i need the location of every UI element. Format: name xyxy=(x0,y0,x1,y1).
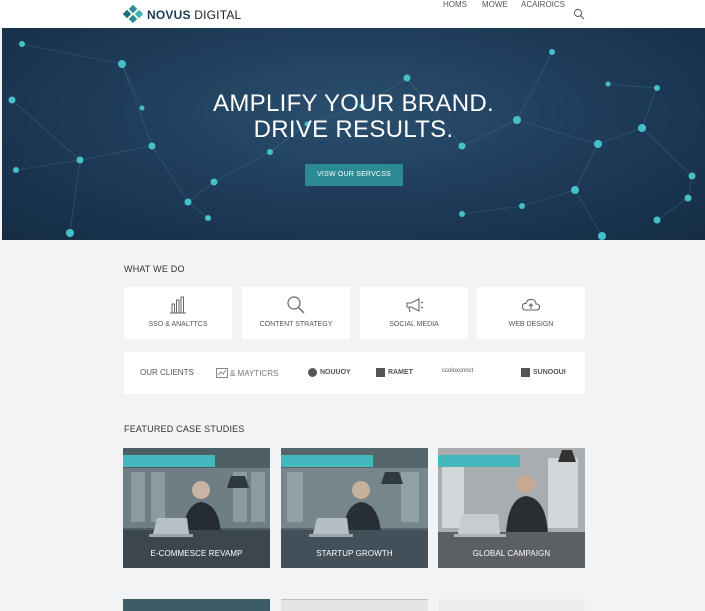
service-card-web[interactable]: WEB DESIGN xyxy=(477,287,585,339)
case-study-card-partial[interactable] xyxy=(281,599,428,611)
hero-title-line2: DRIVE RESULTS. xyxy=(253,116,454,143)
service-label: SSO & ANALTTCS xyxy=(148,321,208,328)
service-card-content[interactable]: CONTENT STRATEGY xyxy=(242,287,350,339)
case-study-title: STARTUP GROWTH xyxy=(316,549,393,558)
circle-logo-icon xyxy=(308,368,317,377)
case-study-title: GLOBAL CAMPAIGN xyxy=(472,549,551,558)
case-studies-heading: FEATURED CASE STUDIES xyxy=(124,424,245,434)
brand-name: NOVUS DIGITAL xyxy=(147,8,241,22)
client-logo-3[interactable]: RAMET xyxy=(376,368,413,377)
brand-logo[interactable]: NOVUS DIGITAL xyxy=(122,4,241,24)
clients-label: OUR CLIENTS xyxy=(140,368,194,377)
case-study-card-partial[interactable] xyxy=(123,599,270,611)
client-logo-4[interactable]: ccoloxcnnct xyxy=(442,368,473,374)
view-services-button[interactable]: VISW OUR SERVCSS xyxy=(305,164,403,186)
square-logo-icon xyxy=(521,368,530,377)
hero-banner: AMPLIFY YOUR BRAND. DRIVE RESULTS. VISW … xyxy=(2,28,705,240)
site-header: NOVUS DIGITAL HOMS MOWE ACAIROICS xyxy=(0,0,705,28)
brand-name-rest: DIGITAL xyxy=(190,7,242,22)
service-label: CONTENT STRATEGY xyxy=(259,321,333,328)
accent-stripe xyxy=(123,455,215,467)
client-name: RAMET xyxy=(388,369,413,376)
service-label: SOCIAL MEDIA xyxy=(389,321,439,328)
nav-link-move[interactable]: MOWE xyxy=(482,0,508,9)
client-name: NOUUOY xyxy=(320,369,351,376)
brand-name-bold: NOVUS xyxy=(147,7,191,22)
case-study-card[interactable]: GLOBAL CAMPAIGN xyxy=(438,448,585,568)
search-icon[interactable] xyxy=(573,8,585,20)
nav-link-academics[interactable]: ACAIROICS xyxy=(521,0,565,9)
client-logo-1[interactable]: & MAYTICRS xyxy=(216,368,278,378)
case-study-card-partial[interactable] xyxy=(438,599,585,611)
chart-logo-icon xyxy=(216,368,228,378)
client-name: SUNOOUI xyxy=(533,369,566,376)
case-study-card[interactable]: E-COMMESCE REVAMP xyxy=(123,448,270,568)
services-heading: WHAT WE DO xyxy=(124,264,185,274)
service-card-seo[interactable]: SSO & ANALTTCS xyxy=(124,287,232,339)
client-name: & MAYTICRS xyxy=(230,368,279,378)
service-label: WEB DESIGN xyxy=(508,321,554,328)
cloud-icon xyxy=(521,298,541,311)
client-logo-5[interactable]: SUNOOUI xyxy=(521,368,566,377)
client-name: ccoloxcnnct xyxy=(442,368,474,374)
hero-title-line1: AMPLIFY YOUR BRAND. xyxy=(213,90,494,117)
case-study-card[interactable]: STARTUP GROWTH xyxy=(281,448,428,568)
bar-chart-icon xyxy=(170,296,186,314)
square-logo-icon xyxy=(376,368,385,377)
diamond-logo-icon xyxy=(122,4,144,24)
client-logo-2[interactable]: NOUUOY xyxy=(308,368,351,377)
magnifier-icon xyxy=(287,296,305,314)
nav-link-home[interactable]: HOMS xyxy=(443,0,467,9)
clients-strip: OUR CLIENTS & MAYTICRS NOUUOY RAMET ccol… xyxy=(124,352,585,394)
accent-stripe xyxy=(281,455,373,467)
case-study-title: E-COMMESCE REVAMP xyxy=(150,549,243,558)
megaphone-icon xyxy=(406,298,424,313)
accent-stripe xyxy=(438,455,520,467)
service-card-social[interactable]: SOCIAL MEDIA xyxy=(360,287,468,339)
